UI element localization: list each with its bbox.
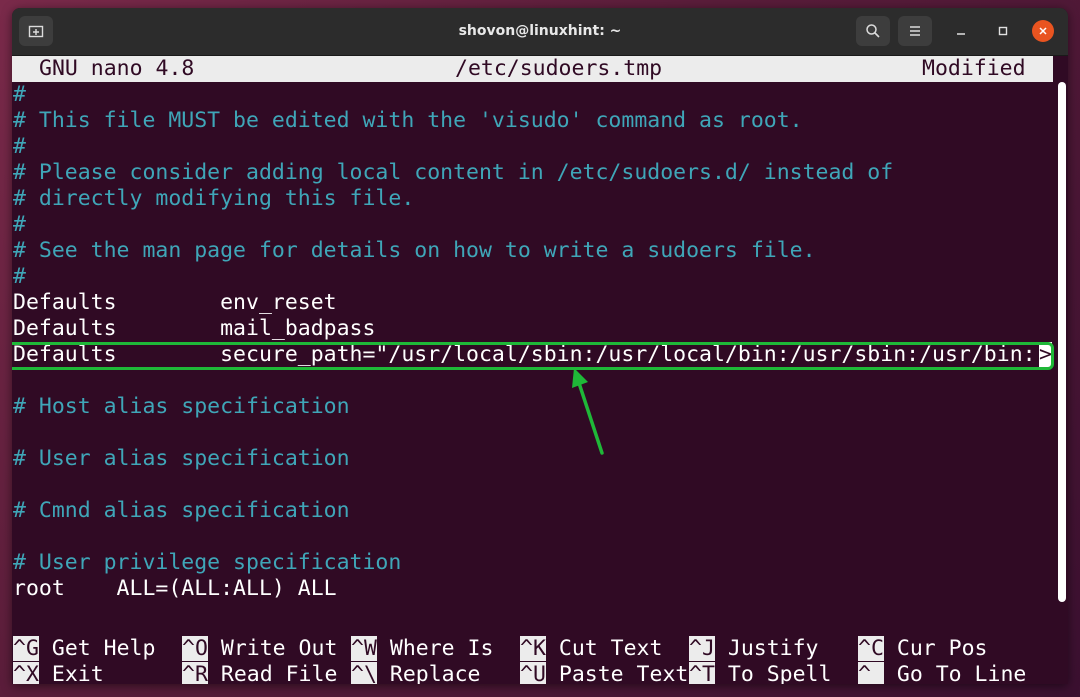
code-line: root ALL=(ALL:ALL) ALL	[13, 576, 337, 601]
comment-line: # User alias specification	[13, 446, 350, 471]
shortcut-label: Write Out	[220, 636, 338, 661]
comment-line: #	[13, 134, 26, 159]
terminal-area[interactable]: GNU nano 4.8 /etc/sudoers.tmp Modified #…	[12, 56, 1068, 684]
shortcut-key: ^J	[689, 636, 715, 661]
comment-line: # User privilege specification	[13, 550, 402, 575]
highlight-box	[12, 342, 1054, 370]
comment-line: #	[13, 82, 26, 107]
hamburger-menu-icon	[910, 26, 920, 36]
close-icon	[1039, 27, 1047, 35]
search-button[interactable]	[856, 16, 890, 46]
shortcut-item: ^\ Replace	[351, 662, 481, 684]
maximize-icon	[998, 26, 1008, 36]
shortcut-item: ^O Write Out	[182, 636, 337, 662]
green-arrow-annotation	[572, 368, 604, 455]
shortcut-label: Replace	[389, 662, 481, 684]
shortcut-key: ^G	[13, 636, 39, 661]
shortcut-item: ^_ Go To Line	[858, 662, 1026, 684]
shortcut-label: To Spell	[727, 662, 832, 684]
shortcut-item: ^X Exit	[13, 662, 104, 684]
comment-line: # Cmnd alias specification	[13, 498, 350, 523]
shortcut-label: Cut Text	[558, 636, 663, 661]
close-button[interactable]	[1032, 20, 1054, 42]
comment-line: # Host alias specification	[13, 394, 350, 419]
shortcut-item: ^R Read File	[182, 662, 337, 684]
shortcut-key: ^C	[858, 636, 884, 661]
shortcut-item: ^U Paste Text	[520, 662, 688, 684]
code-line: Defaults mail_badpass	[13, 316, 376, 341]
shortcut-key: ^R	[182, 662, 208, 684]
menu-button[interactable]	[898, 16, 932, 46]
search-icon	[866, 24, 880, 38]
maximize-button[interactable]	[992, 20, 1014, 42]
shortcut-label: Paste Text	[558, 662, 689, 684]
shortcut-item: ^G Get Help	[13, 636, 155, 662]
shortcut-item: ^C Cur Pos	[858, 636, 988, 662]
shortcut-key: ^X	[13, 662, 39, 684]
shortcut-label: Get Help	[51, 636, 156, 661]
shortcut-key: ^U	[520, 662, 546, 684]
minimize-button[interactable]	[950, 20, 972, 42]
shortcut-item: ^T To Spell	[689, 662, 831, 684]
comment-line: #	[13, 264, 26, 289]
shortcut-key: ^O	[182, 636, 208, 661]
shortcut-key: ^_	[858, 662, 884, 684]
shortcut-key: ^K	[520, 636, 546, 661]
shortcut-item: ^W Where Is	[351, 636, 493, 662]
comment-line: # This file MUST be edited with the 'vis…	[13, 108, 803, 133]
shortcut-item: ^K Cut Text	[520, 636, 662, 662]
shortcut-label: Go To Line	[896, 662, 1027, 684]
shortcut-key: ^W	[351, 636, 377, 661]
code-line: Defaults env_reset	[13, 290, 337, 315]
comment-line: # See the man page for details on how to…	[13, 238, 816, 263]
comment-line: # Please consider adding local content i…	[13, 160, 894, 185]
title-bar[interactable]: shovon@linuxhint: ~	[12, 8, 1068, 56]
shortcut-label: Exit	[51, 662, 104, 684]
nano-version: GNU nano 4.8	[39, 56, 195, 81]
shortcut-item: ^J Justify	[689, 636, 819, 662]
comment-line: # directly modifying this file.	[13, 186, 415, 211]
comment-line: #	[13, 212, 26, 237]
shortcut-key: ^\	[351, 662, 377, 684]
shortcut-label: Cur Pos	[896, 636, 988, 661]
nano-filename: /etc/sudoers.tmp	[455, 56, 663, 81]
nano-header-bar: GNU nano 4.8 /etc/sudoers.tmp Modified	[12, 56, 1053, 82]
nano-status: Modified	[922, 56, 1026, 81]
shortcut-label: Justify	[727, 636, 819, 661]
minimize-icon	[957, 33, 965, 35]
scrollbar[interactable]	[1058, 82, 1066, 602]
shortcut-key: ^T	[689, 662, 715, 684]
shortcut-label: Where Is	[389, 636, 494, 661]
terminal-window: shovon@linuxhint: ~ GNU nano 4.8 /etc/su…	[12, 8, 1068, 684]
shortcut-label: Read File	[220, 662, 338, 684]
